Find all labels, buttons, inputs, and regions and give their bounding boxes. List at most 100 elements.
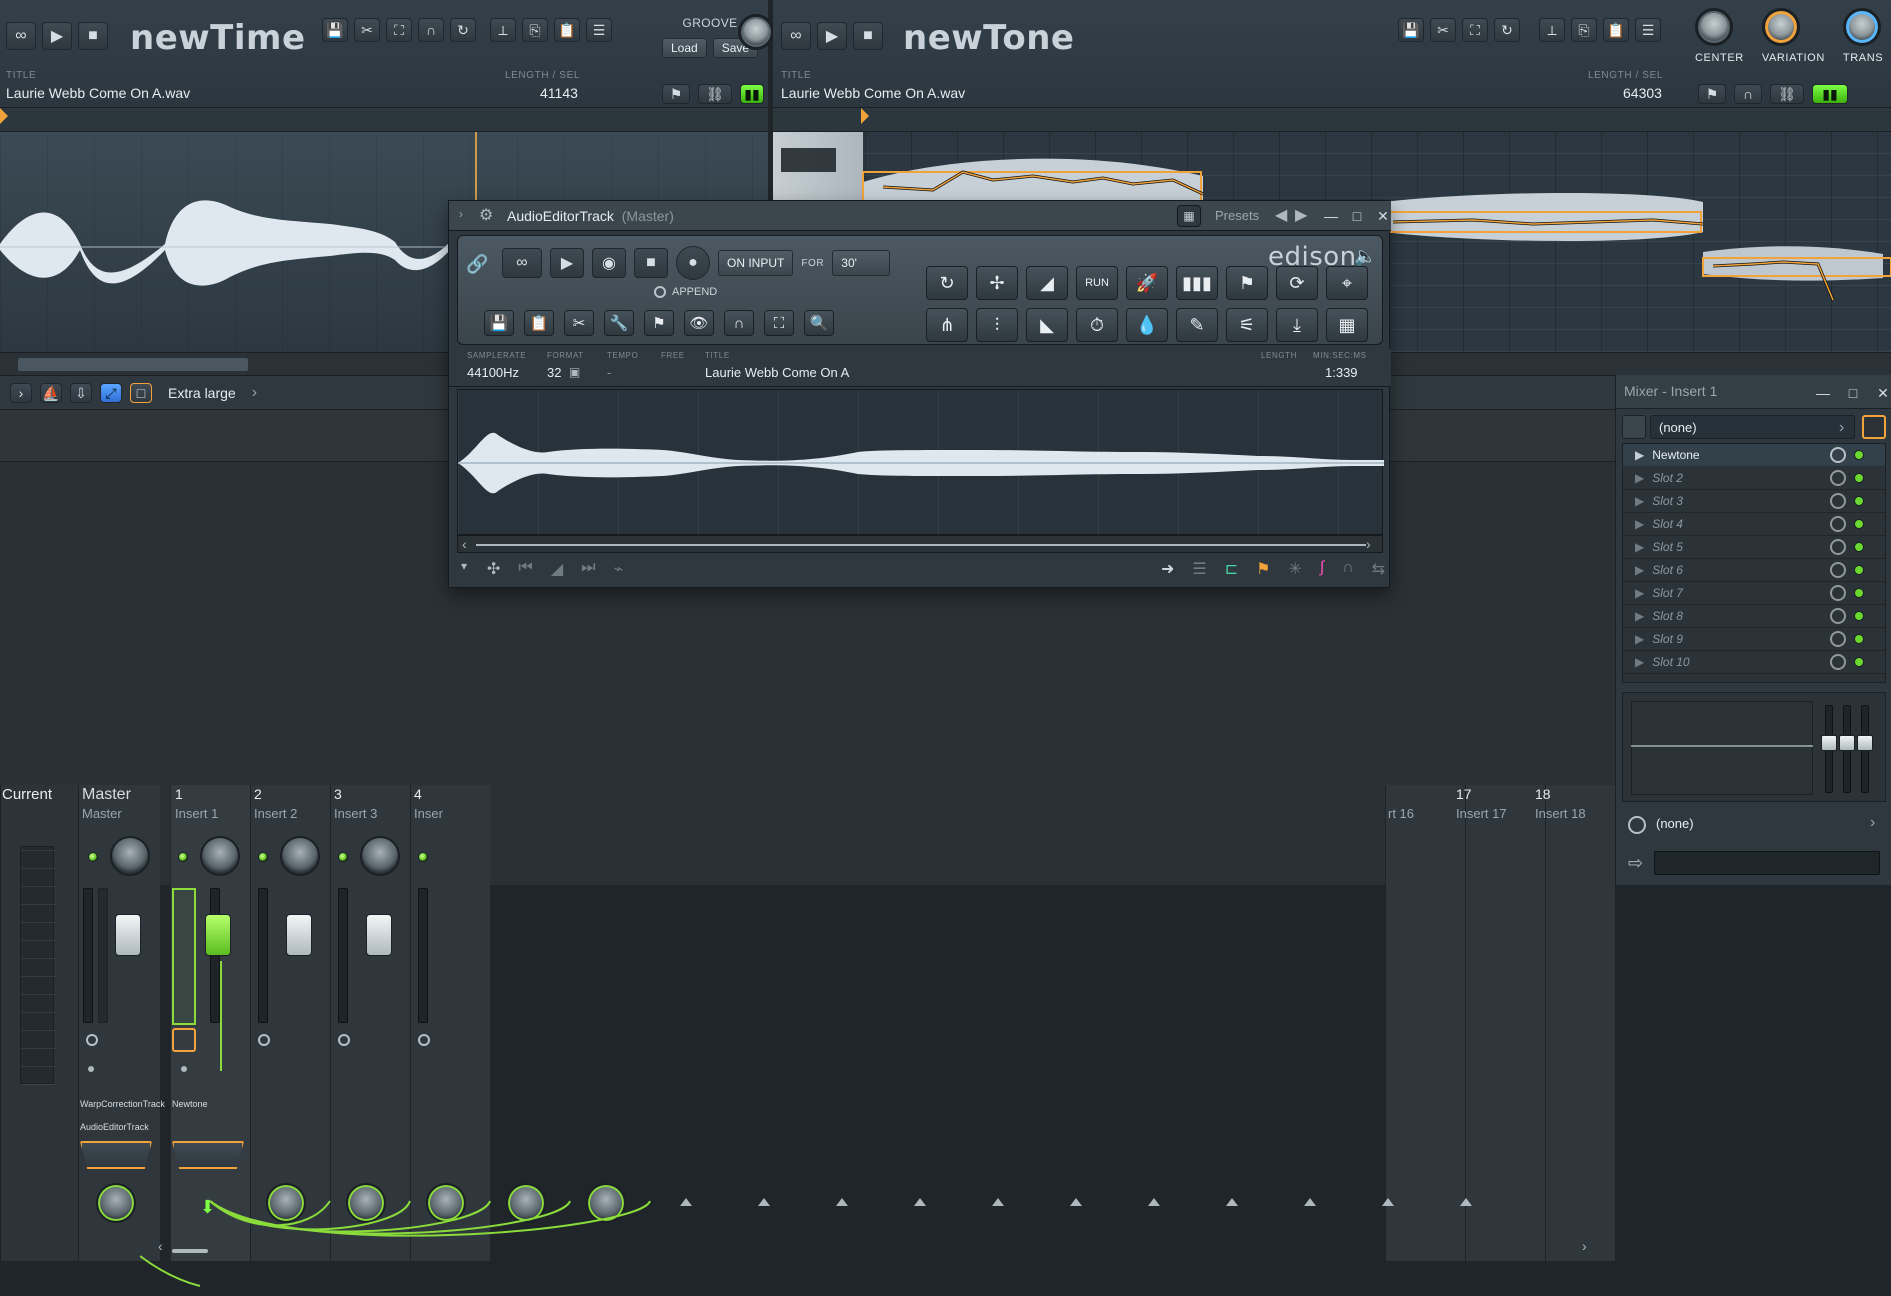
mixer-scroll-left-icon[interactable]: ‹	[158, 1238, 163, 1254]
insert1-fx-1[interactable]: Newtone	[172, 1099, 208, 1109]
bottom-right-5[interactable]: ✳	[1289, 559, 1302, 579]
magnet-button[interactable]: ∩	[418, 18, 444, 42]
mixer-side-minimize-button[interactable]: —	[1811, 381, 1835, 405]
slot-row-9[interactable]: ▶ Slot 9	[1623, 628, 1885, 651]
edison-play-button[interactable]: ▶	[550, 248, 584, 278]
link-button[interactable]: ⛓	[698, 84, 732, 104]
up-arrow-2[interactable]	[758, 1198, 770, 1206]
newtone-marker-button[interactable]: ⚑	[1698, 84, 1726, 104]
slot-row-3[interactable]: ▶ Slot 3	[1623, 490, 1885, 513]
master-routing-lamp[interactable]	[80, 1141, 152, 1169]
slot-mix-icon[interactable]	[1830, 631, 1847, 647]
track-insert-17[interactable]	[1465, 785, 1545, 1261]
newtone-bridge-button[interactable]: ∩	[1734, 84, 1762, 104]
grid-icon[interactable]: ▦	[1177, 205, 1201, 227]
export-button[interactable]: ⎘	[522, 18, 548, 42]
edison-loop-button[interactable]: ∞	[502, 248, 542, 278]
newtone-link-button[interactable]: ⛓	[1770, 84, 1804, 104]
up-arrow-5[interactable]	[992, 1198, 1004, 1206]
tool-decay[interactable]: ◣	[1026, 308, 1068, 342]
curve-button[interactable]: ⟂	[490, 18, 516, 42]
up-arrow-3[interactable]	[836, 1198, 848, 1206]
eq-slider-cap-2[interactable]	[1839, 735, 1855, 751]
eq-graph[interactable]	[1631, 701, 1813, 795]
bottom-tool-4[interactable]: ⏭	[581, 559, 595, 579]
stop-button[interactable]: ■	[78, 22, 108, 50]
master-enable[interactable]	[88, 852, 98, 862]
tool-add-marker[interactable]: ⚑	[1226, 266, 1268, 300]
slot-enabled[interactable]	[1854, 588, 1865, 598]
tool-slice[interactable]: ⚟	[1226, 308, 1268, 342]
center-knob[interactable]	[1695, 8, 1733, 46]
save-button[interactable]: 💾	[322, 18, 348, 42]
slot-row-2[interactable]: ▶ Slot 2	[1623, 467, 1885, 490]
slot-mix-icon[interactable]	[1830, 654, 1847, 670]
edison-record-button[interactable]: ●	[676, 246, 710, 280]
edison-overview[interactable]: ‹ ›	[457, 535, 1383, 553]
edison-fullscreen-button[interactable]: ⛶	[764, 310, 794, 336]
slot-row-10[interactable]: ▶ Slot 10	[1623, 651, 1885, 674]
mixer-side-preset-select[interactable]: (none) ›	[1650, 415, 1855, 439]
mixer-side-close-button[interactable]: ✕	[1871, 381, 1891, 405]
up-arrow-1[interactable]	[680, 1198, 692, 1206]
up-arrow-4[interactable]	[914, 1198, 926, 1206]
tool-pen[interactable]: ✎	[1176, 308, 1218, 342]
select-button[interactable]: ⛶	[386, 18, 412, 42]
newtone-playhead-marker[interactable]	[861, 108, 869, 124]
tool-reset[interactable]: ↻	[926, 266, 968, 300]
bottom-menu-arrow[interactable]: ▾	[461, 559, 467, 573]
groove-knob[interactable]	[738, 14, 774, 50]
track-insert-16-partial[interactable]	[1385, 785, 1465, 1261]
master-fader[interactable]	[115, 914, 141, 956]
insert1-fader[interactable]	[205, 914, 231, 956]
edison-wave-view[interactable]	[457, 389, 1384, 536]
send-knob-1[interactable]	[96, 1183, 136, 1223]
newtone-paste-button[interactable]: 📋	[1603, 18, 1629, 42]
up-arrow-11[interactable]	[1460, 1198, 1472, 1206]
mixer-tool-3[interactable]: ⇩	[70, 383, 92, 403]
mixer-scroll-right-icon[interactable]: ›	[1582, 1238, 1587, 1254]
mixer-tool-4[interactable]: ⤢	[100, 383, 122, 403]
insert4-enable[interactable]	[418, 852, 428, 862]
overview-right-icon[interactable]: ›	[1366, 536, 1371, 552]
insert2-enable[interactable]	[258, 852, 268, 862]
slot-mix-icon[interactable]	[1830, 608, 1847, 624]
newtone-export-button[interactable]: ⎘	[1571, 18, 1597, 42]
insert1-clock[interactable]	[172, 1028, 196, 1052]
newtone-stop-button[interactable]: ■	[853, 22, 883, 50]
trans-knob[interactable]	[1842, 8, 1881, 46]
mixer-bottom-scroll[interactable]: ‹ ›	[158, 1238, 1592, 1258]
tool-time[interactable]: ⏱	[1076, 308, 1118, 342]
reset-button[interactable]: ↻	[450, 18, 476, 42]
edison-cut-button[interactable]: ✂	[564, 310, 594, 336]
edison-zoom-button[interactable]: 🔍	[804, 310, 834, 336]
slot-mix-icon[interactable]	[1830, 493, 1847, 509]
mixer-side-maximize-button[interactable]: □	[1841, 381, 1865, 405]
mixer-side-clock-icon[interactable]	[1628, 816, 1646, 834]
master-fx-2[interactable]: AudioEditorTrack	[80, 1122, 149, 1132]
slot-row-8[interactable]: ▶ Slot 8	[1623, 605, 1885, 628]
slot-enabled[interactable]	[1854, 473, 1865, 483]
slot-enabled[interactable]	[1854, 519, 1865, 529]
edison-for-value[interactable]: 30'	[832, 250, 891, 276]
edison-monitor-button[interactable]: ◉	[592, 248, 626, 278]
bottom-tool-5[interactable]: ⌁	[614, 559, 624, 579]
newtone-select-button[interactable]: ⛶	[1462, 18, 1488, 42]
master-clock-icon[interactable]	[86, 1034, 98, 1046]
newtone-cut-button[interactable]: ✂	[1430, 18, 1456, 42]
insert3-clock-icon[interactable]	[338, 1034, 350, 1046]
edison-wrench-button[interactable]: 🔧	[604, 310, 634, 336]
slot-enabled[interactable]	[1854, 542, 1865, 552]
bottom-right-4[interactable]: ⚑	[1256, 559, 1270, 579]
format-clipboard-icon[interactable]: ▣	[569, 365, 580, 379]
newtone-loop-button[interactable]: ∞	[781, 22, 811, 50]
bottom-tool-1[interactable]: ✣	[487, 559, 500, 579]
edison-preset-prev[interactable]: ◀	[1275, 205, 1287, 225]
insert2-clock-icon[interactable]	[258, 1034, 270, 1046]
newtone-reset-button[interactable]: ↻	[1494, 18, 1520, 42]
tool-fade[interactable]: ◢	[1026, 266, 1068, 300]
insert3-pan-knob[interactable]	[360, 836, 400, 876]
edison-maximize-button[interactable]: □	[1345, 204, 1369, 228]
bottom-right-6[interactable]: ∫	[1320, 559, 1324, 579]
slot-row-6[interactable]: ▶ Slot 6	[1623, 559, 1885, 582]
